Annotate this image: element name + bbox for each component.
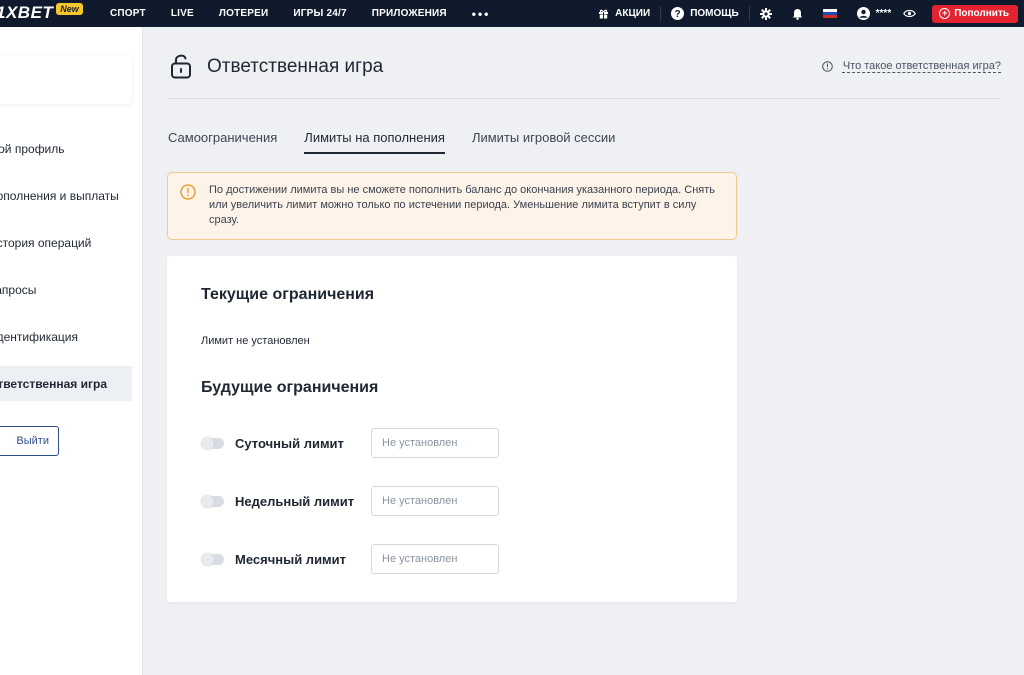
- deposit-label: Пополнить: [954, 8, 1009, 19]
- daily-limit-row: Суточный лимит: [201, 428, 521, 458]
- page-header: Ответственная игра Что такое ответственн…: [168, 53, 1001, 99]
- unlock-icon: [170, 53, 192, 84]
- logout-button[interactable]: Выйти: [0, 426, 59, 456]
- language-selector[interactable]: [813, 0, 847, 27]
- topbar-actions: АКЦИИ ? ПОМОЩЬ **** + Пополнить: [588, 0, 1024, 27]
- weekly-limit-row: Недельный лимит: [201, 486, 521, 516]
- help-button[interactable]: ? ПОМОЩЬ: [661, 0, 748, 27]
- eye-icon[interactable]: [903, 9, 917, 18]
- sidebar-item-responsible-gaming[interactable]: Ответственная игра: [0, 366, 132, 401]
- sidebar-item-label: Пополнения и выплаты: [0, 188, 119, 203]
- toggle-knob: [201, 437, 214, 450]
- info-icon: [822, 60, 833, 72]
- sidebar-item-history[interactable]: История операций: [0, 225, 143, 260]
- what-is-responsible-gaming-link[interactable]: Что такое ответственная игра?: [822, 60, 1001, 72]
- monthly-limit-input[interactable]: [371, 544, 499, 574]
- weekly-limit-label: Недельный лимит: [235, 494, 355, 509]
- promotions-button[interactable]: АКЦИИ: [588, 0, 660, 27]
- nav-more-button[interactable]: •••: [472, 7, 491, 21]
- toggle-knob: [201, 495, 214, 508]
- sidebar-item-profile[interactable]: Мой профиль: [0, 131, 143, 166]
- gift-icon: [598, 8, 609, 19]
- page-title: Ответственная игра: [207, 56, 384, 77]
- help-label: ПОМОЩЬ: [690, 8, 739, 19]
- logo-badge: New: [56, 3, 83, 15]
- russia-flag-icon: [822, 8, 837, 19]
- weekly-limit-input[interactable]: [371, 486, 499, 516]
- nav-item-games-247[interactable]: ИГРЫ 24/7: [293, 8, 346, 19]
- monthly-limit-toggle[interactable]: [201, 553, 224, 566]
- balance-masked: ****: [875, 8, 892, 19]
- daily-limit-input[interactable]: [371, 428, 499, 458]
- daily-limit-label: Суточный лимит: [235, 436, 344, 451]
- logo-text: 1XBET: [0, 3, 54, 22]
- tabs: Самоограничения Лимиты на пополнения Лим…: [168, 130, 642, 154]
- logo[interactable]: 1XBET New: [0, 3, 83, 23]
- weekly-limit-toggle[interactable]: [201, 495, 224, 508]
- main-content: Ответственная игра Что такое ответственн…: [143, 27, 1024, 675]
- notifications-button[interactable]: [782, 0, 813, 27]
- warning-circle-icon: [180, 184, 196, 205]
- sidebar-item-label: Идентификация: [0, 329, 78, 344]
- top-navigation-bar: 1XBET New СПОРТ LIVE ЛОТЕРЕИ ИГРЫ 24/7 П…: [0, 0, 1024, 27]
- monthly-limit-label: Месячный лимит: [235, 552, 347, 567]
- account-button[interactable]: ****: [847, 0, 927, 27]
- warning-alert: По достижении лимита вы не сможете попол…: [167, 172, 737, 240]
- sidebar-item-label: Ответственная игра: [0, 376, 107, 391]
- current-limits-heading: Текущие ограничения: [201, 286, 375, 303]
- account-summary-card: [0, 55, 132, 104]
- sidebar-menu: Мой профиль Пополнения и выплаты История…: [0, 131, 143, 413]
- sidebar-item-label: Запросы: [0, 282, 37, 297]
- sidebar-item-label: История операций: [0, 235, 92, 250]
- future-limits-heading: Будущие ограничения: [201, 379, 379, 396]
- plus-icon: +: [939, 8, 951, 19]
- tab-self-exclusion[interactable]: Самоограничения: [168, 130, 277, 154]
- sidebar-item-deposits-withdrawals[interactable]: Пополнения и выплаты: [0, 178, 143, 213]
- question-circle-icon: ?: [671, 7, 685, 20]
- monthly-limit-row: Месячный лимит: [201, 544, 521, 574]
- nav-item-live[interactable]: LIVE: [171, 8, 194, 19]
- sidebar: Мой профиль Пополнения и выплаты История…: [0, 27, 143, 675]
- help-link-text: Что такое ответственная игра?: [842, 60, 1001, 72]
- main-nav: СПОРТ LIVE ЛОТЕРЕИ ИГРЫ 24/7 ПРИЛОЖЕНИЯ …: [110, 0, 490, 27]
- current-limit-value: Лимит не установлен: [201, 335, 310, 347]
- user-icon: [856, 7, 870, 20]
- svg-text:?: ?: [675, 9, 681, 20]
- sidebar-item-label: Мой профиль: [0, 141, 65, 156]
- gear-icon: [759, 7, 772, 20]
- settings-button[interactable]: [750, 0, 782, 27]
- alert-text: По достижении лимита вы не сможете попол…: [209, 184, 716, 226]
- limits-card: Текущие ограничения Лимит не установлен …: [167, 256, 737, 602]
- sidebar-item-identification[interactable]: Идентификация: [0, 319, 143, 354]
- nav-item-apps[interactable]: ПРИЛОЖЕНИЯ: [372, 8, 447, 19]
- bell-icon: [792, 8, 803, 20]
- tab-session-limits[interactable]: Лимиты игровой сессии: [472, 130, 615, 154]
- toggle-knob: [201, 553, 214, 566]
- nav-item-sport[interactable]: СПОРТ: [110, 8, 146, 19]
- sidebar-item-requests[interactable]: Запросы: [0, 272, 143, 307]
- promotions-label: АКЦИИ: [615, 8, 651, 19]
- tab-deposit-limits[interactable]: Лимиты на пополнения: [304, 130, 445, 154]
- daily-limit-toggle[interactable]: [201, 437, 224, 450]
- deposit-button[interactable]: + Пополнить: [932, 4, 1018, 23]
- nav-item-lotteries[interactable]: ЛОТЕРЕИ: [219, 8, 269, 19]
